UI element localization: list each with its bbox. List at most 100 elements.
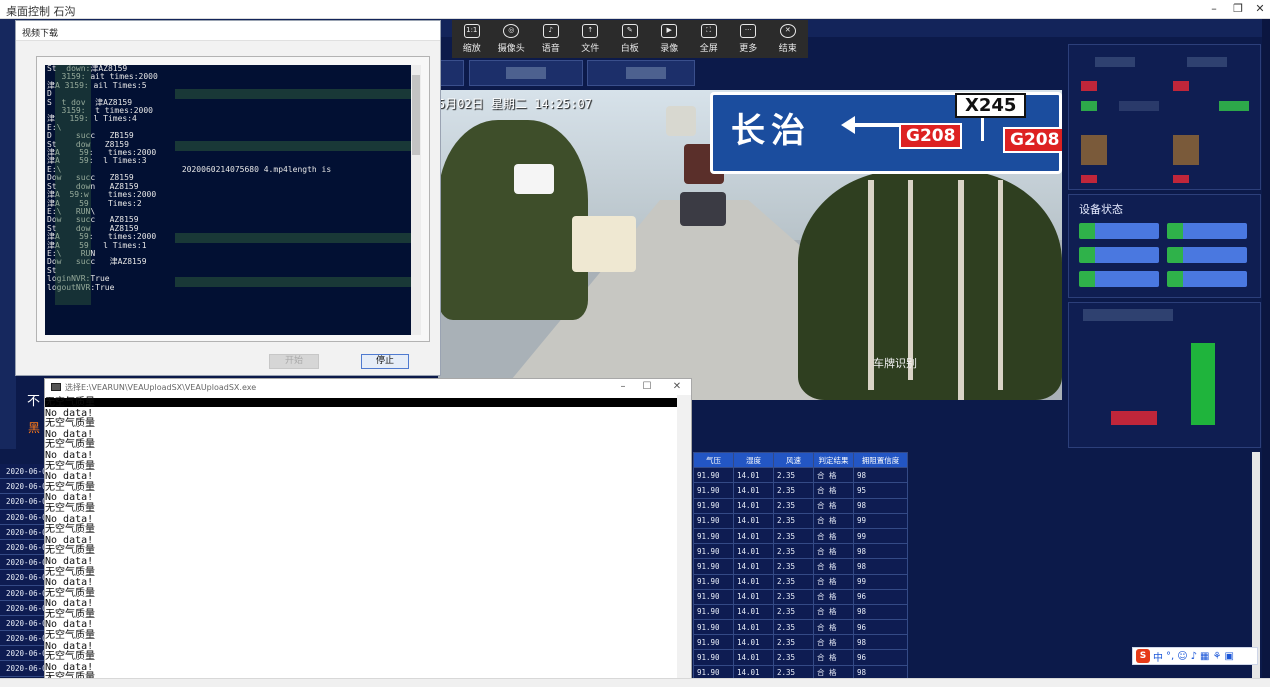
- tab-box[interactable]: [440, 60, 464, 86]
- table-cell: 2.35: [773, 543, 814, 560]
- tree-trunk: [998, 180, 1003, 390]
- toolbar-item-6[interactable]: ⛶ 全屏: [689, 20, 729, 58]
- device-status-item[interactable]: [1079, 223, 1159, 239]
- table-row[interactable]: 91.90 14.01 2.35 合 格 98: [693, 634, 908, 651]
- table-row[interactable]: 91.90 14.01 2.35 合 格 98: [693, 543, 908, 560]
- car: [680, 192, 726, 226]
- whiteboard-icon: ✎: [621, 24, 638, 38]
- cmd-line: 无空气质量: [45, 481, 95, 493]
- cmd-titlebar[interactable]: 选择E:\VEARUN\VEAUploadSX\VEAUploadSX.exe …: [45, 379, 691, 395]
- toolbar-item-7[interactable]: ··· 更多: [729, 20, 769, 58]
- cmd-scrollbar[interactable]: [677, 395, 691, 678]
- device-status-item[interactable]: [1167, 247, 1247, 263]
- cmd-maximize-button[interactable]: ☐: [635, 381, 659, 392]
- table-row[interactable]: 91.90 14.01 2.35 合 格 99: [693, 527, 908, 545]
- table-row[interactable]: 91.90 14.01 2.35 合 格 98: [693, 497, 908, 514]
- table-row[interactable]: 91.90 14.01 2.35 合 格 98: [693, 603, 908, 621]
- table-row[interactable]: 91.90 14.01 2.35 合 格 95: [693, 482, 908, 499]
- toolbar-item-4[interactable]: ✎ 白板: [610, 20, 650, 58]
- table-cell: 14.01: [733, 634, 774, 651]
- table-row[interactable]: 91.90 14.01 2.35 合 格 99: [693, 512, 908, 529]
- table-cell: 98: [853, 497, 908, 514]
- table-row[interactable]: 91.90 14.01 2.35 合 格 96: [693, 649, 908, 666]
- toolbar-item-1[interactable]: ◎ 摄像头: [492, 20, 532, 58]
- skin-icon[interactable]: ⚘: [1212, 651, 1221, 662]
- sogou-ime-icon[interactable]: S: [1136, 649, 1150, 663]
- toolbar-item-2[interactable]: ♪ 语音: [531, 20, 571, 58]
- cmd-line: 无空气质量: [45, 460, 95, 472]
- cmd-line: 无空气质量: [45, 502, 95, 514]
- column-header[interactable]: 气压: [693, 451, 734, 469]
- toolbar-item-0[interactable]: 1:1 缩放: [452, 20, 492, 58]
- table-row[interactable]: 91.90 14.01 2.35 合 格 96: [693, 619, 908, 636]
- device-status-item[interactable]: [1167, 223, 1247, 239]
- car: [514, 164, 554, 194]
- road-sign: 长治 X245 G208 G208: [710, 92, 1062, 174]
- right-panel-bottom: [1068, 302, 1261, 448]
- table-cell: 合 格: [813, 543, 854, 560]
- console-scrollbar[interactable]: [411, 65, 421, 335]
- indicator-bar: [1173, 81, 1189, 91]
- table-cell: 91.90: [693, 512, 734, 529]
- device-status-item[interactable]: [1079, 271, 1159, 287]
- level-bar: [1191, 343, 1215, 425]
- minimize-button[interactable]: –: [1202, 1, 1226, 17]
- cmd-line: 无空气质量: [45, 608, 95, 620]
- table-row[interactable]: 91.90 14.01 2.35 合 格 98: [693, 558, 908, 575]
- cmd-output[interactable]: 无空气质量 No data! 无空气质量 No data! 无空气质量 No data! 无…: [45, 397, 677, 678]
- column-header[interactable]: 湿度: [733, 451, 774, 469]
- table-cell: 合 格: [813, 649, 854, 666]
- date-cell: 2020-06-0: [0, 646, 44, 662]
- cmd-close-button[interactable]: ✕: [665, 381, 689, 392]
- table-cell: 合 格: [813, 497, 854, 514]
- sign-route-x: X245: [955, 93, 1027, 118]
- toolbox-icon[interactable]: ▣: [1224, 651, 1233, 662]
- punctuation-icon[interactable]: °,: [1166, 651, 1174, 662]
- toolbar-label: 缩放: [462, 44, 481, 54]
- restore-button[interactable]: ❐: [1226, 1, 1250, 17]
- blurred-label: [1083, 309, 1173, 321]
- desktop-horizontal-scrollbar[interactable]: [0, 678, 1270, 687]
- table-cell: 96: [853, 588, 908, 605]
- table-cell: 14.01: [733, 467, 774, 484]
- table-cell: 91.90: [693, 634, 734, 651]
- column-header[interactable]: 风速: [773, 451, 814, 469]
- table-cell: 98: [853, 543, 908, 560]
- blurred-label: [1095, 57, 1135, 67]
- table-cell: 96: [853, 619, 908, 636]
- dialog-titlebar[interactable]: 视频下载: [16, 21, 440, 41]
- desktop-vertical-scrollbar[interactable]: [1252, 452, 1260, 678]
- table-row[interactable]: 91.90 14.01 2.35 合 格 96: [693, 588, 908, 605]
- toolbar-item-3[interactable]: ↑ 文件: [571, 20, 611, 58]
- device-status-item[interactable]: [1079, 247, 1159, 263]
- cmd-minimize-button[interactable]: –: [611, 381, 635, 392]
- record-icon: ▶: [661, 24, 678, 38]
- table-row[interactable]: 91.90 14.01 2.35 合 格 98: [693, 467, 908, 484]
- table-row[interactable]: 91.90 14.01 2.35 合 格 99: [693, 573, 908, 590]
- column-header[interactable]: 拥阻置信度: [853, 451, 908, 469]
- table-cell: 14.01: [733, 558, 774, 575]
- toolbar-item-5[interactable]: ▶ 录像: [650, 20, 690, 58]
- side-label-white: 不: [27, 394, 41, 409]
- voice-icon[interactable]: ♪: [1191, 651, 1197, 662]
- ime-toolbar[interactable]: S 中 °, ☺ ♪ ▦ ⚘ ▣: [1132, 647, 1258, 665]
- start-download-button[interactable]: 开始: [269, 354, 319, 369]
- emoji-icon[interactable]: ☺: [1177, 651, 1187, 662]
- cmd-title: 选择E:\VEARUN\VEAUploadSX\VEAUploadSX.exe: [65, 383, 257, 392]
- device-status-item[interactable]: [1167, 271, 1247, 287]
- column-header[interactable]: 判定结果: [813, 451, 854, 469]
- stop-button[interactable]: 停止: [361, 354, 409, 369]
- download-log-console[interactable]: St down:津AZ8159 3159: ait times:2000 津A 3…: [45, 65, 421, 335]
- tab-box[interactable]: [587, 60, 695, 86]
- tab-box[interactable]: [469, 60, 583, 86]
- toolbar-item-8[interactable]: ✕ 结束: [768, 20, 808, 58]
- table-cell: 98: [853, 467, 908, 484]
- tree: [438, 120, 588, 320]
- ime-mode[interactable]: 中: [1153, 649, 1163, 664]
- console-scroll-thumb[interactable]: [412, 75, 420, 155]
- close-button[interactable]: ✕: [1248, 1, 1270, 17]
- table-cell: 14.01: [733, 573, 774, 590]
- keyboard-icon[interactable]: ▦: [1200, 651, 1209, 662]
- indicator-bar: [1081, 81, 1097, 91]
- date-cell: 2020-06-0: [0, 494, 44, 510]
